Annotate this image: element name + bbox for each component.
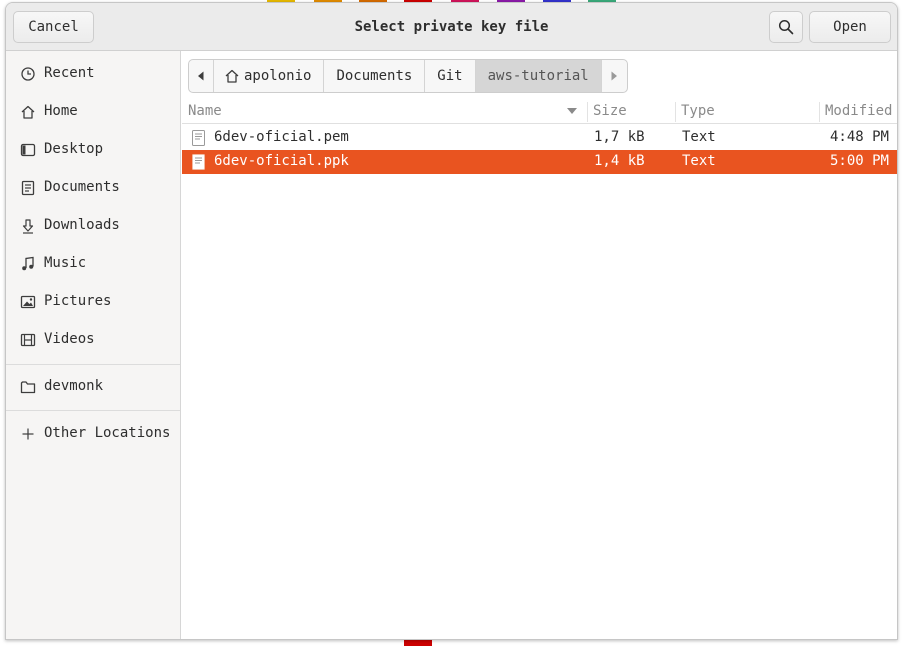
- path-crumb-label: aws-tutorial: [487, 68, 589, 84]
- sidebar-item-label: Documents: [44, 179, 120, 195]
- sidebar-item-pictures[interactable]: Pictures: [6, 284, 180, 320]
- file-modified: 4:48 PM: [829, 129, 889, 145]
- sidebar-item-music[interactable]: Music: [6, 246, 180, 282]
- triangle-left-icon: [198, 71, 204, 81]
- cancel-button[interactable]: Cancel: [13, 11, 94, 43]
- column-separator: [675, 102, 676, 122]
- file-name: 6dev-oficial.pem: [214, 129, 349, 145]
- clock-icon: [21, 67, 35, 81]
- sidebar-item-label: Downloads: [44, 217, 120, 233]
- sidebar-item-label: Recent: [44, 65, 95, 81]
- sidebar-item-label: Videos: [44, 331, 95, 347]
- sidebar-item-home[interactable]: Home: [6, 94, 180, 130]
- file-row-selected[interactable]: 6dev-oficial.ppk 1,4 kB Text 5:00 PM: [182, 150, 897, 174]
- picture-icon: [20, 295, 36, 309]
- file-chooser-dialog: Cancel Select private key file Open Rece…: [5, 2, 898, 640]
- file-size: 1,7 kB: [594, 129, 645, 145]
- sidebar-item-label: Other Locations: [44, 425, 171, 441]
- plus-icon: [22, 428, 34, 440]
- file-type: Text: [682, 129, 716, 145]
- column-separator: [819, 102, 820, 122]
- dialog-title: Select private key file: [354, 19, 549, 35]
- file-type: Text: [682, 153, 716, 169]
- path-forward-button[interactable]: [602, 60, 627, 92]
- path-crumb-git[interactable]: Git: [425, 60, 476, 92]
- sidebar-separator: [6, 364, 180, 365]
- sort-descending-icon[interactable]: [567, 108, 577, 114]
- header-bar: Cancel Select private key file Open: [6, 3, 897, 51]
- home-icon: [225, 69, 239, 83]
- triangle-right-icon: [611, 71, 618, 81]
- sidebar-item-devmonk[interactable]: devmonk: [6, 369, 180, 405]
- text-file-icon: [192, 130, 205, 146]
- sidebar-item-label: devmonk: [44, 378, 104, 394]
- folder-icon: [20, 381, 36, 394]
- file-size: 1,4 kB: [594, 153, 645, 169]
- text-file-icon: [192, 154, 205, 170]
- sidebar-item-label: Music: [44, 255, 87, 271]
- sidebar-item-other-locations[interactable]: Other Locations: [6, 416, 180, 452]
- path-crumb-label: Git: [437, 68, 463, 84]
- column-header-type[interactable]: Type: [681, 103, 715, 119]
- sidebar-item-desktop[interactable]: Desktop: [6, 132, 180, 168]
- video-icon: [20, 333, 36, 347]
- column-separator: [587, 102, 588, 122]
- file-modified: 5:00 PM: [829, 153, 889, 169]
- path-crumb-home[interactable]: apolonio: [214, 60, 325, 92]
- sidebar-item-downloads[interactable]: Downloads: [6, 208, 180, 244]
- sidebar-item-label: Home: [44, 103, 78, 119]
- desktop-icon: [20, 143, 36, 157]
- home-icon: [21, 105, 35, 119]
- column-header-modified[interactable]: Modified: [825, 103, 892, 119]
- column-header-row: Name Size Type Modified: [182, 99, 897, 124]
- column-header-size[interactable]: Size: [593, 103, 627, 119]
- path-crumb-label: apolonio: [244, 68, 312, 84]
- sidebar-separator: [6, 410, 180, 411]
- search-icon: [778, 19, 794, 35]
- path-crumb-aws-tutorial[interactable]: aws-tutorial: [475, 60, 602, 92]
- file-row[interactable]: 6dev-oficial.pem 1,7 kB Text 4:48 PM: [182, 126, 897, 150]
- sidebar-item-label: Desktop: [44, 141, 104, 157]
- file-list: Name Size Type Modified 6dev-oficial.pem…: [182, 99, 897, 639]
- path-back-button[interactable]: [189, 60, 214, 92]
- sidebar-item-recent[interactable]: Recent: [6, 56, 180, 92]
- music-icon: [22, 256, 34, 271]
- download-icon: [22, 219, 34, 234]
- sidebar-item-documents[interactable]: Documents: [6, 170, 180, 206]
- search-button[interactable]: [769, 11, 803, 43]
- open-button[interactable]: Open: [809, 11, 891, 43]
- path-bar: apolonio Documents Git aws-tutorial: [188, 59, 628, 93]
- path-crumb-documents[interactable]: Documents: [324, 60, 426, 92]
- column-header-name[interactable]: Name: [188, 103, 222, 119]
- sidebar-item-videos[interactable]: Videos: [6, 322, 180, 358]
- dialog-title-bar: Select private key file: [6, 3, 897, 51]
- places-sidebar: Recent Home Desktop Documents Downloads …: [6, 51, 181, 639]
- file-name: 6dev-oficial.ppk: [214, 153, 349, 169]
- sidebar-item-label: Pictures: [44, 293, 112, 309]
- document-icon: [21, 180, 35, 196]
- path-crumb-label: Documents: [336, 68, 413, 84]
